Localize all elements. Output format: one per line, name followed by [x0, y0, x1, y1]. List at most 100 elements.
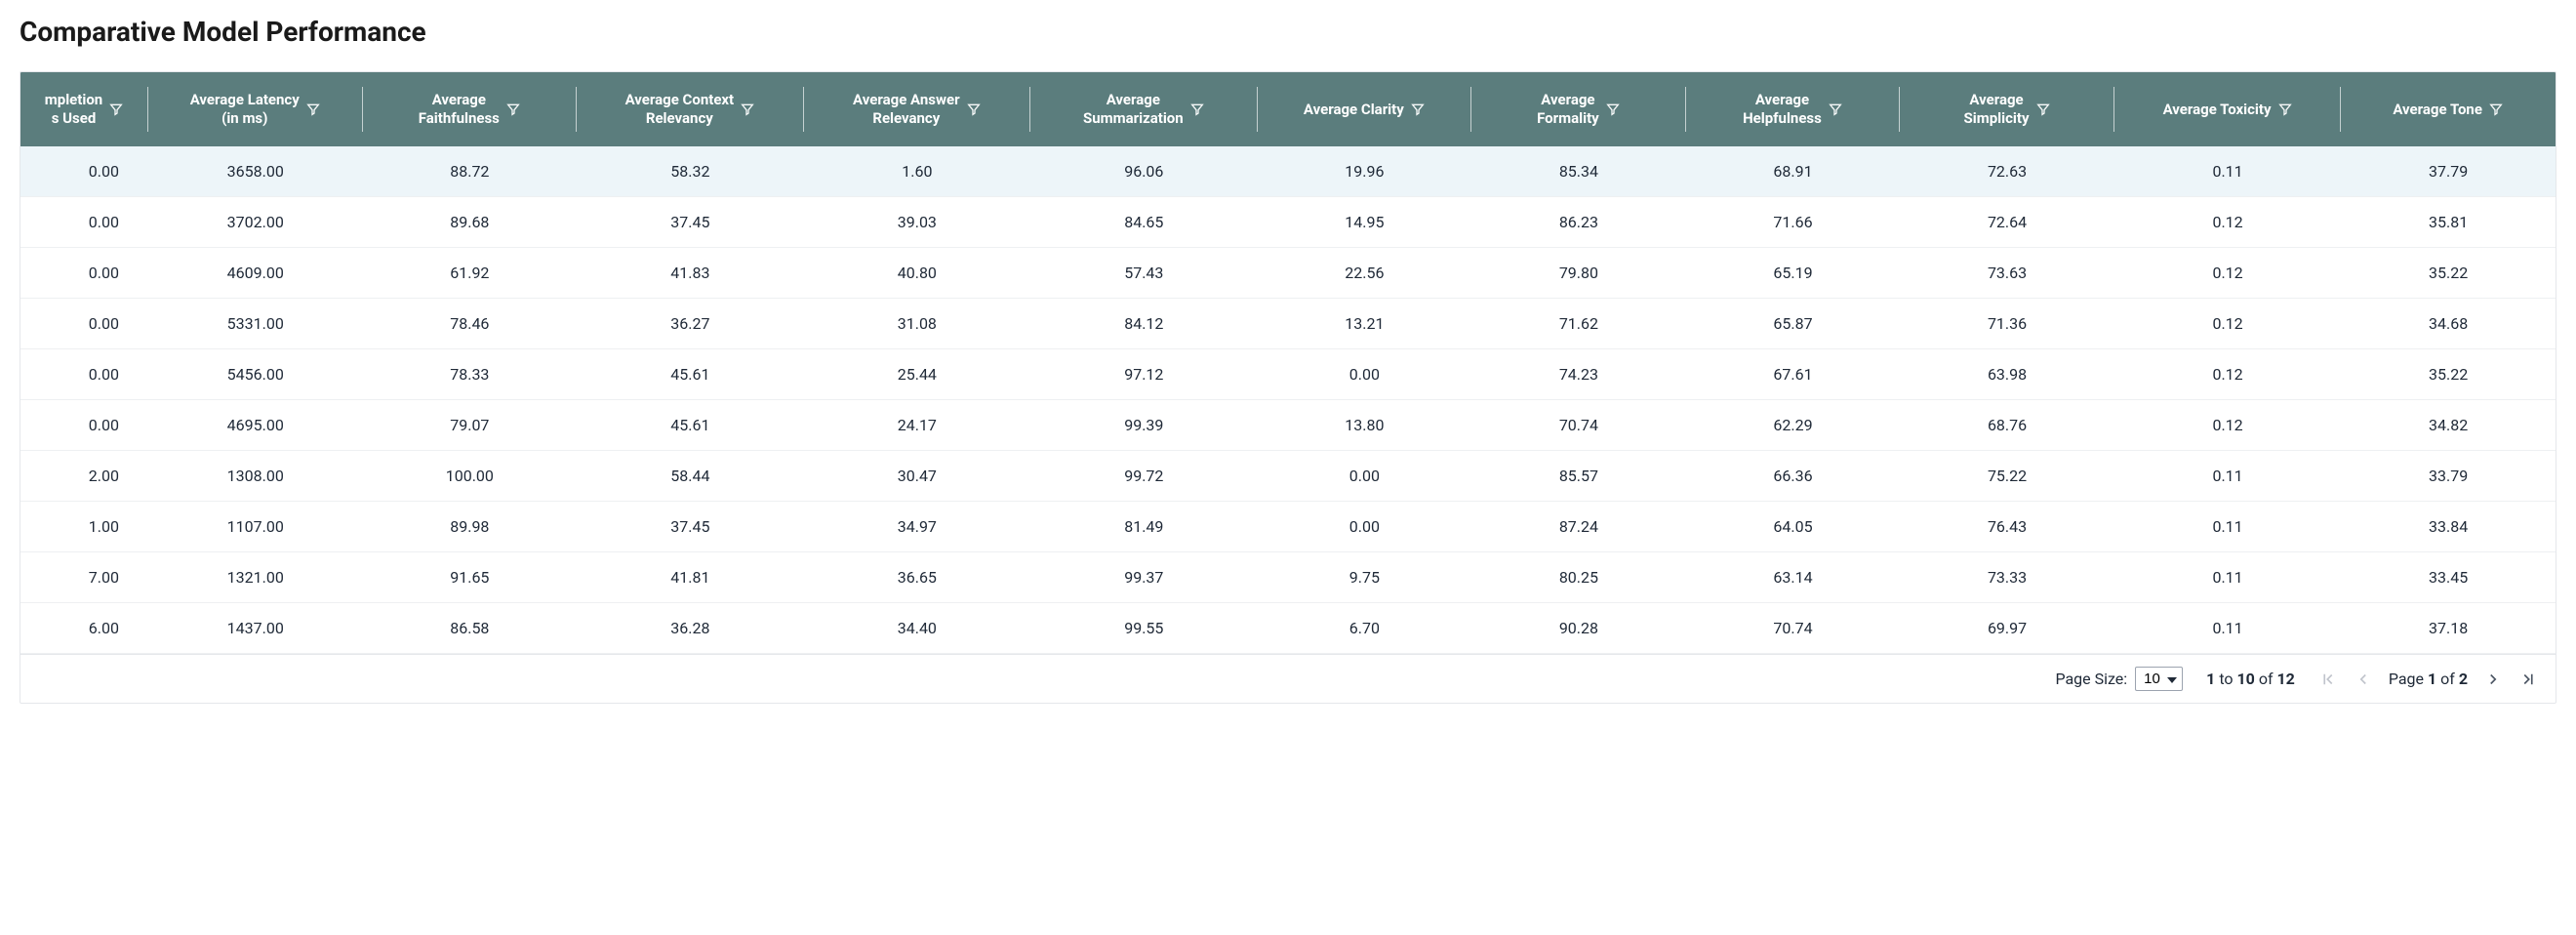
table-row[interactable]: 0.005456.0078.3345.6125.4497.120.0074.23…	[20, 349, 2556, 400]
cell-summ: 81.49	[1030, 502, 1257, 552]
cell-latency: 1308.00	[148, 451, 363, 502]
column-header-ans[interactable]: Average AnswerRelevancy	[804, 72, 1030, 146]
cell-summ: 99.39	[1030, 400, 1257, 451]
table-row[interactable]: 0.004695.0079.0745.6124.1799.3913.8070.7…	[20, 400, 2556, 451]
cell-help: 67.61	[1686, 349, 1901, 400]
table-row[interactable]: 0.003702.0089.6837.4539.0384.6514.9586.2…	[20, 197, 2556, 248]
cell-form: 85.57	[1471, 451, 1686, 502]
cell-simp: 72.63	[1900, 146, 2114, 197]
cell-tone: 33.45	[2341, 552, 2556, 603]
cell-tone: 34.68	[2341, 299, 2556, 349]
column-header-simp[interactable]: AverageSimplicity	[1900, 72, 2114, 146]
column-header-summ[interactable]: AverageSummarization	[1030, 72, 1257, 146]
cell-simp: 63.98	[1900, 349, 2114, 400]
column-label: AverageHelpfulness	[1743, 91, 1822, 128]
column-label: Average Clarity	[1304, 101, 1404, 119]
cell-faith: 89.98	[363, 502, 578, 552]
page-size-label: Page Size:	[2055, 670, 2127, 688]
cell-ctx: 36.27	[577, 299, 803, 349]
cell-form: 79.80	[1471, 248, 1686, 299]
column-label: AverageFormality	[1537, 91, 1599, 128]
column-header-faith[interactable]: AverageFaithfulness	[363, 72, 578, 146]
cell-completion: 0.00	[20, 400, 148, 451]
cell-completion: 0.00	[20, 349, 148, 400]
column-header-tone[interactable]: Average Tone	[2341, 72, 2556, 146]
table-row[interactable]: 0.005331.0078.4636.2731.0884.1213.2171.6…	[20, 299, 2556, 349]
cell-ans: 39.03	[804, 197, 1030, 248]
cell-form: 70.74	[1471, 400, 1686, 451]
column-label: Average Tone	[2393, 101, 2482, 119]
column-header-form[interactable]: AverageFormality	[1471, 72, 1686, 146]
cell-tox: 0.11	[2114, 603, 2341, 654]
column-label: AverageSimplicity	[1964, 91, 2030, 128]
page-title: Comparative Model Performance	[20, 16, 2556, 48]
table-body: 0.003658.0088.7258.321.6096.0619.9685.34…	[20, 146, 2556, 654]
cell-faith: 100.00	[363, 451, 578, 502]
cell-ctx: 41.83	[577, 248, 803, 299]
cell-completion: 1.00	[20, 502, 148, 552]
column-header-latency[interactable]: Average Latency(in ms)	[148, 72, 363, 146]
cell-tox: 0.12	[2114, 248, 2341, 299]
table-row[interactable]: 0.003658.0088.7258.321.6096.0619.9685.34…	[20, 146, 2556, 197]
cell-summ: 99.72	[1030, 451, 1257, 502]
first-page-button[interactable]	[2318, 670, 2338, 689]
cell-summ: 84.65	[1030, 197, 1257, 248]
cell-completion: 2.00	[20, 451, 148, 502]
cell-tox: 0.12	[2114, 197, 2341, 248]
performance-table: mpletions UsedAverage Latency(in ms) Aver…	[20, 72, 2556, 654]
cell-latency: 4609.00	[148, 248, 363, 299]
cell-faith: 78.33	[363, 349, 578, 400]
column-label: AverageFaithfulness	[419, 91, 500, 128]
page-size-select[interactable]: 10	[2135, 667, 2183, 691]
table-row[interactable]: 0.004609.0061.9241.8340.8057.4322.5679.8…	[20, 248, 2556, 299]
cell-ctx: 37.45	[577, 502, 803, 552]
column-header-clarity[interactable]: Average Clarity	[1258, 72, 1472, 146]
cell-ans: 31.08	[804, 299, 1030, 349]
next-page-button[interactable]	[2483, 670, 2503, 689]
cell-tone: 37.79	[2341, 146, 2556, 197]
cell-simp: 71.36	[1900, 299, 2114, 349]
cell-clarity: 14.95	[1258, 197, 1472, 248]
cell-faith: 78.46	[363, 299, 578, 349]
cell-tox: 0.12	[2114, 299, 2341, 349]
column-header-completion[interactable]: mpletions Used	[20, 72, 148, 146]
cell-faith: 89.68	[363, 197, 578, 248]
table-row[interactable]: 2.001308.00100.0058.4430.4799.720.0085.5…	[20, 451, 2556, 502]
cell-simp: 69.97	[1900, 603, 2114, 654]
cell-ctx: 58.44	[577, 451, 803, 502]
chevron-first-icon	[2319, 671, 2337, 688]
cell-faith: 79.07	[363, 400, 578, 451]
cell-completion: 0.00	[20, 197, 148, 248]
cell-ctx: 36.28	[577, 603, 803, 654]
cell-form: 87.24	[1471, 502, 1686, 552]
cell-tone: 35.22	[2341, 349, 2556, 400]
cell-help: 62.29	[1686, 400, 1901, 451]
cell-help: 70.74	[1686, 603, 1901, 654]
table-row[interactable]: 1.001107.0089.9837.4534.9781.490.0087.24…	[20, 502, 2556, 552]
prev-page-button[interactable]	[2354, 670, 2373, 689]
filter-icon	[2488, 102, 2504, 117]
column-header-ctx[interactable]: Average ContextRelevancy	[577, 72, 803, 146]
cell-faith: 91.65	[363, 552, 578, 603]
page-size-control: Page Size: 10	[2055, 667, 2183, 691]
cell-latency: 5456.00	[148, 349, 363, 400]
cell-clarity: 22.56	[1258, 248, 1472, 299]
cell-help: 64.05	[1686, 502, 1901, 552]
cell-form: 85.34	[1471, 146, 1686, 197]
cell-form: 80.25	[1471, 552, 1686, 603]
chevron-right-icon	[2484, 671, 2502, 688]
cell-clarity: 0.00	[1258, 451, 1472, 502]
cell-ans: 34.40	[804, 603, 1030, 654]
table-row[interactable]: 6.001437.0086.5836.2834.4099.556.7090.28…	[20, 603, 2556, 654]
column-header-help[interactable]: AverageHelpfulness	[1686, 72, 1901, 146]
filter-icon	[2277, 102, 2293, 117]
table-scroll-region[interactable]: mpletions UsedAverage Latency(in ms) Aver…	[20, 72, 2556, 654]
cell-completion: 0.00	[20, 248, 148, 299]
cell-summ: 97.12	[1030, 349, 1257, 400]
last-page-button[interactable]	[2518, 670, 2538, 689]
cell-latency: 3658.00	[148, 146, 363, 197]
filter-icon	[740, 102, 755, 117]
column-header-tox[interactable]: Average Toxicity	[2114, 72, 2341, 146]
cell-simp: 68.76	[1900, 400, 2114, 451]
table-row[interactable]: 7.001321.0091.6541.8136.6599.379.7580.25…	[20, 552, 2556, 603]
